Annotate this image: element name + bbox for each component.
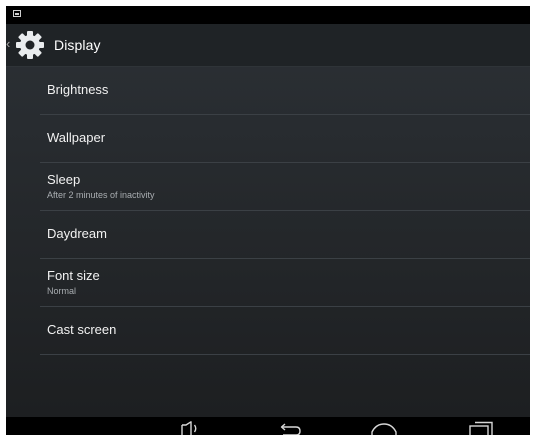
setting-title: Brightness: [47, 82, 109, 97]
setting-title: Daydream: [47, 226, 107, 241]
up-caret-icon[interactable]: ‹: [6, 37, 13, 51]
setting-title: Wallpaper: [47, 130, 106, 145]
navigation-bar: [6, 417, 530, 435]
setting-item-sleep[interactable]: Sleep After 2 minutes of inactivity: [40, 163, 530, 211]
setting-item-cast-screen[interactable]: Cast screen: [40, 307, 530, 355]
notification-icon: [13, 10, 21, 17]
setting-item-font-size[interactable]: Font size Normal: [40, 259, 530, 307]
device-screen: ‹ Display Brightness Wallpaper Sleep Aft…: [6, 6, 530, 435]
setting-item-daydream[interactable]: Daydream: [40, 211, 530, 259]
setting-title: Cast screen: [47, 322, 117, 337]
setting-item-wallpaper[interactable]: Wallpaper: [40, 115, 530, 163]
recents-icon[interactable]: [468, 421, 494, 435]
volume-icon[interactable]: [180, 421, 202, 435]
setting-summary: Normal: [47, 286, 77, 296]
setting-item-brightness[interactable]: Brightness: [40, 67, 530, 115]
setting-title: Sleep: [47, 172, 81, 187]
setting-title: Font size: [47, 268, 100, 283]
settings-list: Brightness Wallpaper Sleep After 2 minut…: [40, 67, 530, 355]
setting-summary: After 2 minutes of inactivity: [47, 190, 155, 200]
settings-gear-icon[interactable]: [14, 29, 46, 61]
status-bar: [6, 6, 530, 24]
home-icon[interactable]: [370, 421, 398, 435]
page-title: Display: [54, 37, 101, 53]
action-bar: ‹ Display: [6, 24, 530, 67]
back-icon[interactable]: [277, 421, 303, 435]
